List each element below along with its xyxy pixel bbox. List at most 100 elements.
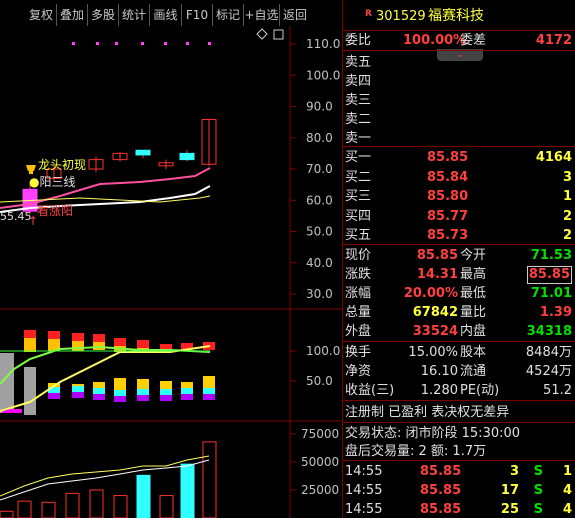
annotation-circle: ● xyxy=(29,175,40,189)
volume-bar xyxy=(17,500,32,518)
buy-price: 85.84 xyxy=(427,169,469,185)
price-tick-label: 60.0 xyxy=(306,193,333,207)
indicator-bar-top xyxy=(24,330,36,338)
candle xyxy=(179,152,195,161)
indicator-bar-bottom xyxy=(48,393,60,399)
tick-count: 4 xyxy=(562,502,572,517)
fund-value: 1.280 xyxy=(420,383,458,398)
fund-value: 4524万 xyxy=(525,364,572,379)
f10-button[interactable]: F10 xyxy=(182,4,213,26)
separator xyxy=(343,244,575,245)
indicator-bar-bottom xyxy=(114,396,126,402)
price-tick-label: 100.0 xyxy=(306,68,340,82)
indicator-bar-mid xyxy=(160,389,172,395)
sell-label: 卖三 xyxy=(345,93,372,108)
multi-stock-button[interactable]: 多股 xyxy=(88,4,119,26)
candle xyxy=(135,149,151,156)
quote-label: 总量 xyxy=(345,305,372,320)
volume-bar xyxy=(41,501,56,518)
quote-label: 涨跌 xyxy=(345,267,372,282)
buy-row: 买五 85.73 2 xyxy=(343,226,575,245)
separator xyxy=(343,422,575,423)
quote-value: 71.53 xyxy=(530,248,572,263)
square-icon[interactable] xyxy=(273,29,284,40)
annotation-three-line: ●阳三线 xyxy=(29,173,76,190)
quote-label: 外盘 xyxy=(345,324,372,339)
quote-label: 最低 xyxy=(460,286,487,301)
annotation-three-line-label: 阳三线 xyxy=(39,175,76,189)
statistics-button[interactable]: 统计 xyxy=(119,4,150,26)
volume-bar xyxy=(113,495,128,518)
indicator-bar-bottom xyxy=(93,394,105,400)
separator xyxy=(343,50,575,51)
indicator-bar-top xyxy=(93,334,105,342)
tick-price: 85.85 xyxy=(420,464,462,479)
stock-tags: 注册制 已盈利 表决权无差异 xyxy=(345,405,510,420)
kline-chart[interactable]: 110.0 100.0 90.0 80.0 70.0 60.0 50.0 40.0 30.0 10… xyxy=(0,26,342,518)
indicator-bar-mid xyxy=(203,388,215,394)
buy-volume: 1 xyxy=(562,189,572,204)
tick-count: 1 xyxy=(562,464,572,479)
buy-row: 买三 85.80 1 xyxy=(343,187,575,206)
order-diff-value: 4172 xyxy=(535,33,572,48)
order-ratio-label: 委比 xyxy=(345,33,372,48)
sell-row: 卖五 xyxy=(343,53,575,72)
fund-label: 股本 xyxy=(460,345,487,360)
volume-bar xyxy=(159,495,174,518)
tick-row: 14:55 85.85 17 S 4 xyxy=(343,481,575,500)
quote-value: 85.85 xyxy=(416,248,458,263)
diamond-icon[interactable] xyxy=(256,28,268,40)
indicator-bar-bottom xyxy=(203,394,215,400)
volume-bar xyxy=(89,489,104,518)
sell-row: 卖二 xyxy=(343,110,575,129)
indicator-tick-label: 50.0 xyxy=(306,374,333,388)
buy-volume: 4164 xyxy=(535,150,572,165)
buy-price: 85.73 xyxy=(427,228,469,243)
order-ratio-row: 委比 100.00% 委差 4172 xyxy=(343,31,575,50)
back-button[interactable]: 返回 xyxy=(280,4,310,26)
sell-label: 卖四 xyxy=(345,74,372,89)
mark-button[interactable]: 标记 xyxy=(213,4,244,26)
buy-row: 买二 85.84 3 xyxy=(343,168,575,187)
indicator-bar-mid xyxy=(137,389,149,395)
fund-value: 16.10 xyxy=(420,364,458,379)
indicator-bar-mid xyxy=(93,388,105,394)
low-price-label: 55.45 xyxy=(0,210,32,223)
tick-time: 14:55 xyxy=(345,483,383,498)
volume-bar xyxy=(202,441,217,518)
indicator-bar-bottom xyxy=(72,392,84,398)
stock-title: R 301529 福赛科技 xyxy=(343,7,575,27)
quote-row: 总量 67842 量比 1.39 xyxy=(343,303,575,322)
quote-value: 1.39 xyxy=(539,305,572,320)
quote-label: 今开 xyxy=(460,248,487,263)
price-tick-label: 90.0 xyxy=(306,100,333,114)
buy-volume: 2 xyxy=(562,208,572,224)
quote-value: 85.85 xyxy=(526,266,572,284)
add-favorite-button[interactable]: +自选 xyxy=(244,4,280,26)
indicator-bar-bottom xyxy=(137,395,149,401)
order-diff-label: 委差 xyxy=(460,33,487,48)
trophy-icon xyxy=(25,159,37,174)
indicator-bar-mid xyxy=(114,390,126,396)
fund-label: PE(动) xyxy=(460,383,500,398)
quote-value: 71.01 xyxy=(530,286,572,301)
quote-value: 34318 xyxy=(526,324,572,339)
fund-value: 15.00% xyxy=(408,345,458,360)
toolbar: 复权 叠加 多股 统计 画线 F10 标记 +自选 返回 xyxy=(0,4,340,26)
draw-line-button[interactable]: 画线 xyxy=(150,4,182,26)
restore-rights-button[interactable]: 复权 xyxy=(26,4,57,26)
tick-time: 14:55 xyxy=(345,502,383,517)
trade-status: 交易状态: 闭市阶段 15:30:00 xyxy=(345,426,521,441)
fund-row: 收益(三) 1.280 PE(动) 51.2 xyxy=(343,381,575,400)
overlay-button[interactable]: 叠加 xyxy=(57,4,88,26)
sell-row: 卖三 xyxy=(343,91,575,110)
quote-label: 内盘 xyxy=(460,324,487,339)
indicator-bar xyxy=(24,367,36,415)
volume-bar xyxy=(136,474,151,518)
buy-price: 85.77 xyxy=(427,208,469,224)
indicator-bar-top xyxy=(137,340,149,348)
buy-label: 买四 xyxy=(345,208,372,224)
tick-time: 14:55 xyxy=(345,464,383,479)
fund-row: 净资 16.10 流通 4524万 xyxy=(343,362,575,381)
tick-side: S xyxy=(533,483,543,498)
